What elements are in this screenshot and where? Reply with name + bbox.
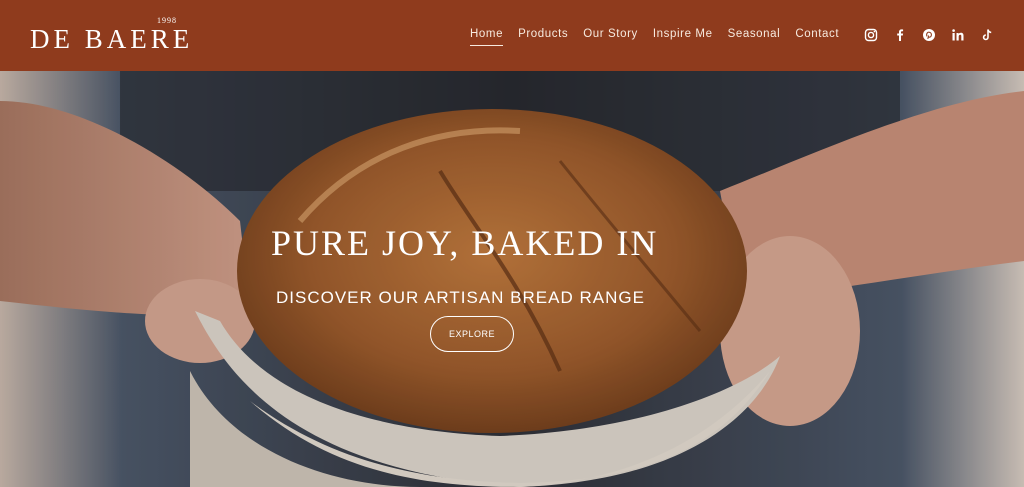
hero-title: PURE JOY, BAKED IN bbox=[271, 223, 659, 263]
site-header: DE BAERE 1998 Home Products Our Story In… bbox=[0, 0, 1024, 71]
nav-item-contact[interactable]: Contact bbox=[795, 27, 839, 46]
hero-image bbox=[0, 71, 1024, 487]
nav-item-home[interactable]: Home bbox=[470, 27, 504, 46]
hero-subtitle: DISCOVER OUR ARTISAN BREAD RANGE bbox=[276, 288, 645, 307]
main-nav: Home Products Our Story Inspire Me Seaso… bbox=[470, 27, 854, 46]
hero-section: PURE JOY, BAKED IN DISCOVER OUR ARTISAN … bbox=[0, 71, 1024, 487]
logo[interactable]: DE BAERE bbox=[30, 24, 193, 54]
instagram-icon[interactable] bbox=[864, 28, 878, 42]
nav-item-seasonal[interactable]: Seasonal bbox=[728, 27, 781, 46]
social-links bbox=[864, 28, 1009, 42]
facebook-icon[interactable] bbox=[893, 28, 907, 42]
tiktok-icon[interactable] bbox=[980, 28, 994, 42]
nav-item-inspire-me[interactable]: Inspire Me bbox=[653, 27, 713, 46]
pinterest-icon[interactable] bbox=[922, 28, 936, 42]
explore-button[interactable]: EXPLORE bbox=[430, 316, 514, 352]
nav-item-products[interactable]: Products bbox=[518, 27, 568, 46]
logo-year: 1998 bbox=[157, 16, 177, 25]
linkedin-icon[interactable] bbox=[951, 28, 965, 42]
nav-item-our-story[interactable]: Our Story bbox=[583, 27, 638, 46]
